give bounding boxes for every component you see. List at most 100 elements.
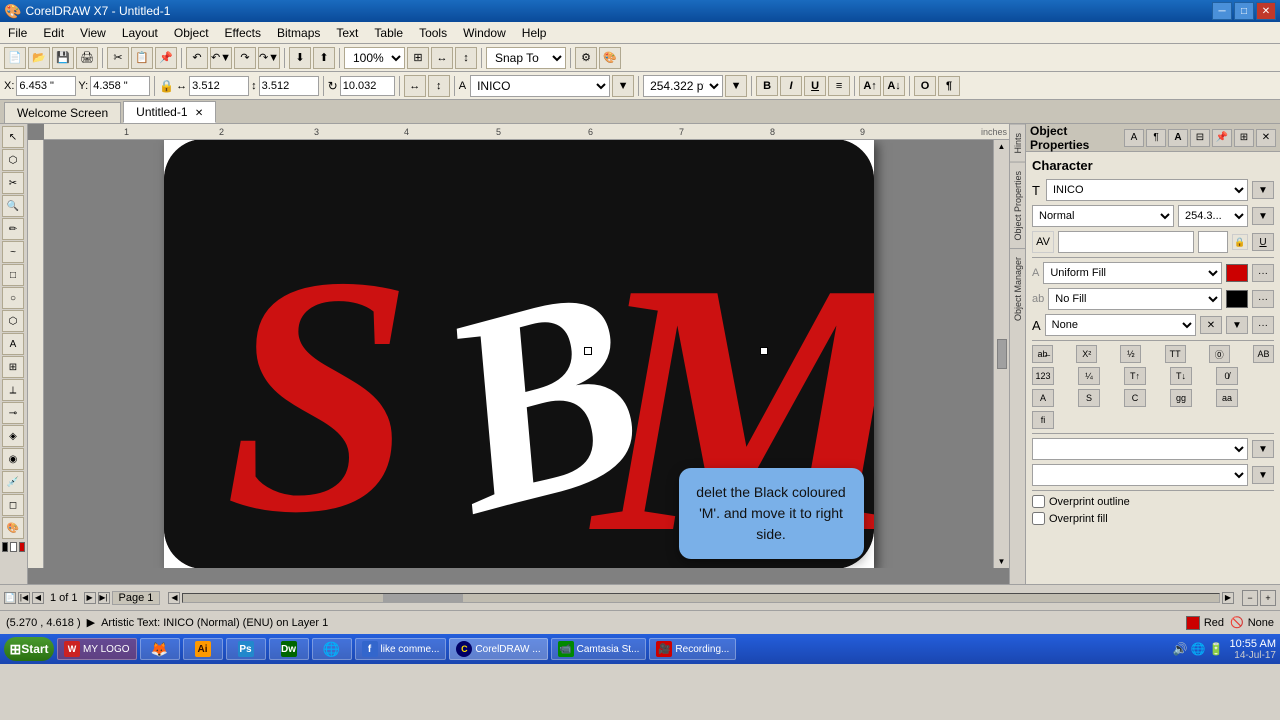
bottom-selector-1[interactable] — [1032, 438, 1248, 460]
font-list-button[interactable]: ▼ — [612, 75, 634, 97]
taskbar-mylogo[interactable]: W MY LOGO — [57, 638, 137, 660]
panel-para-icon[interactable]: ¶ — [1146, 129, 1166, 147]
object-manager-tab[interactable]: Object Manager — [1010, 248, 1025, 329]
text-up-button[interactable]: A↑ — [859, 76, 881, 96]
canvas-scroll[interactable]: S B M — [44, 140, 993, 568]
scroll-thumb-v[interactable] — [997, 339, 1007, 369]
effect-type-selector[interactable]: None — [1045, 314, 1196, 336]
taskbar-chrome[interactable]: 🌐 — [312, 638, 352, 660]
hscroll-track[interactable] — [182, 593, 1220, 603]
bottom-selector-2[interactable] — [1032, 464, 1248, 486]
font-selector[interactable]: INICO — [470, 75, 610, 97]
overprint-fill-checkbox[interactable] — [1032, 512, 1045, 525]
menu-file[interactable]: File — [0, 24, 35, 42]
handle-top-left[interactable] — [584, 347, 592, 355]
artistic-media-tool[interactable]: ~ — [2, 241, 24, 263]
mirror-h-button[interactable]: ↔ — [404, 75, 426, 97]
tab-close-icon[interactable]: ✕ — [195, 108, 203, 119]
effect-down[interactable]: ▼ — [1226, 316, 1248, 334]
menu-tools[interactable]: Tools — [411, 24, 455, 42]
underline-toggle[interactable]: U — [1252, 233, 1274, 251]
ordinal-toggle[interactable]: ⓪ — [1209, 345, 1230, 363]
taskbar-dreamweaver[interactable]: Dw — [269, 638, 309, 660]
menu-view[interactable]: View — [72, 24, 114, 42]
panel-frame-icon[interactable]: ⊟ — [1190, 129, 1210, 147]
taskbar-recording[interactable]: 🎥 Recording... — [649, 638, 736, 660]
taskbar-photoshop[interactable]: Ps — [226, 638, 266, 660]
text-c-toggle[interactable]: C — [1124, 389, 1146, 407]
caps-toggle[interactable]: TT — [1165, 345, 1186, 363]
zoom-out-small[interactable]: − — [1242, 590, 1258, 606]
scroll-down-button[interactable]: ▼ — [998, 557, 1006, 566]
titlebar-controls[interactable]: ─ □ ✕ — [1212, 2, 1276, 20]
menu-effects[interactable]: Effects — [217, 24, 269, 42]
open-button[interactable]: 📂 — [28, 47, 50, 69]
fraction-toggle[interactable]: ½ — [1120, 345, 1141, 363]
effect-remove[interactable]: ✕ — [1200, 316, 1222, 334]
kerning-lock[interactable]: 🔒 — [1232, 234, 1248, 250]
menu-help[interactable]: Help — [514, 24, 555, 42]
font-size-selector[interactable]: 254.322 pt — [643, 75, 723, 97]
tab-untitled1[interactable]: Untitled-1 ✕ — [123, 101, 216, 123]
new-button[interactable]: 📄 — [4, 47, 26, 69]
text-tool[interactable]: A — [2, 333, 24, 355]
import-button[interactable]: ⬇ — [289, 47, 311, 69]
undo-steps-button[interactable]: ↶▼ — [210, 47, 232, 69]
slash-zero-toggle[interactable]: 0̸ — [1216, 367, 1238, 385]
minimize-button[interactable]: ─ — [1212, 2, 1232, 20]
freehand-tool[interactable]: ✏ — [2, 218, 24, 240]
zoom-page-button[interactable]: ⊞ — [407, 47, 429, 69]
table-tool[interactable]: ⊞ — [2, 356, 24, 378]
menu-layout[interactable]: Layout — [114, 24, 166, 42]
panel-font-selector[interactable]: INICO — [1046, 179, 1248, 201]
taskbar-camtasia[interactable]: 📹 Camtasia St... — [551, 638, 647, 660]
sup-height-toggle[interactable]: T↑ — [1124, 367, 1146, 385]
all-caps-toggle[interactable]: AB — [1253, 345, 1274, 363]
panel-font-browse[interactable]: ▼ — [1252, 181, 1274, 199]
hints-tab[interactable]: Hints — [1010, 124, 1025, 162]
select-tool[interactable]: ↖ — [2, 126, 24, 148]
panel-close-icon[interactable]: ✕ — [1256, 129, 1276, 147]
save-button[interactable]: 💾 — [52, 47, 74, 69]
eye-dropper-tool[interactable]: 💉 — [2, 471, 24, 493]
taskbar-illustrator[interactable]: Ai — [183, 638, 223, 660]
export-button[interactable]: ⬆ — [313, 47, 335, 69]
tab-welcome-screen[interactable]: Welcome Screen — [4, 102, 121, 123]
shape-tool[interactable]: ⬡ — [2, 149, 24, 171]
font-size-list-button[interactable]: ▼ — [725, 75, 747, 97]
panel-pin-icon[interactable]: 📌 — [1212, 129, 1232, 147]
foreground-swatch[interactable] — [2, 542, 8, 552]
num-toggle[interactable]: 123 — [1032, 367, 1054, 385]
color-swatch-red[interactable] — [19, 542, 25, 552]
taskbar-coreldraw[interactable]: C CorelDRAW ... — [449, 638, 547, 660]
align-left-button[interactable]: ≡ — [828, 76, 850, 96]
char-button[interactable]: O — [914, 76, 936, 96]
zoom-width-button[interactable]: ↔ — [431, 47, 453, 69]
page-nav-prev[interactable]: ◀ — [32, 592, 44, 604]
text-g-toggle[interactable]: gg — [1170, 389, 1192, 407]
para-button[interactable]: ¶ — [938, 76, 960, 96]
menu-bitmaps[interactable]: Bitmaps — [269, 24, 328, 42]
quarter-toggle[interactable]: ¼ — [1078, 367, 1100, 385]
bold-button[interactable]: B — [756, 76, 778, 96]
kerning-spinbox[interactable] — [1198, 231, 1228, 253]
panel-style-selector[interactable]: Normal — [1032, 205, 1174, 227]
fill-tool[interactable]: ◈ — [2, 425, 24, 447]
ligature-toggle[interactable]: fi — [1032, 411, 1054, 429]
fill-color-swatch[interactable] — [1226, 264, 1248, 282]
panel-char-icon[interactable]: A — [1168, 129, 1188, 147]
text-a-toggle[interactable]: A — [1032, 389, 1054, 407]
taskbar-firefox[interactable]: 🦊 — [140, 638, 180, 660]
print-button[interactable]: 🖨 — [76, 47, 98, 69]
background-swatch[interactable] — [10, 542, 16, 552]
hscroll-thumb[interactable] — [383, 594, 463, 602]
overprint-outline-checkbox[interactable] — [1032, 495, 1045, 508]
outline-color-swatch[interactable] — [1226, 290, 1248, 308]
menu-window[interactable]: Window — [455, 24, 514, 42]
mirror-v-button[interactable]: ↕ — [428, 75, 450, 97]
kerning-input[interactable] — [1058, 231, 1194, 253]
zoom-height-button[interactable]: ↕ — [455, 47, 477, 69]
page-nav-doc-icon[interactable]: 📄 — [4, 592, 16, 604]
paste-button[interactable]: 📌 — [155, 47, 177, 69]
ellipse-tool[interactable]: ○ — [2, 287, 24, 309]
